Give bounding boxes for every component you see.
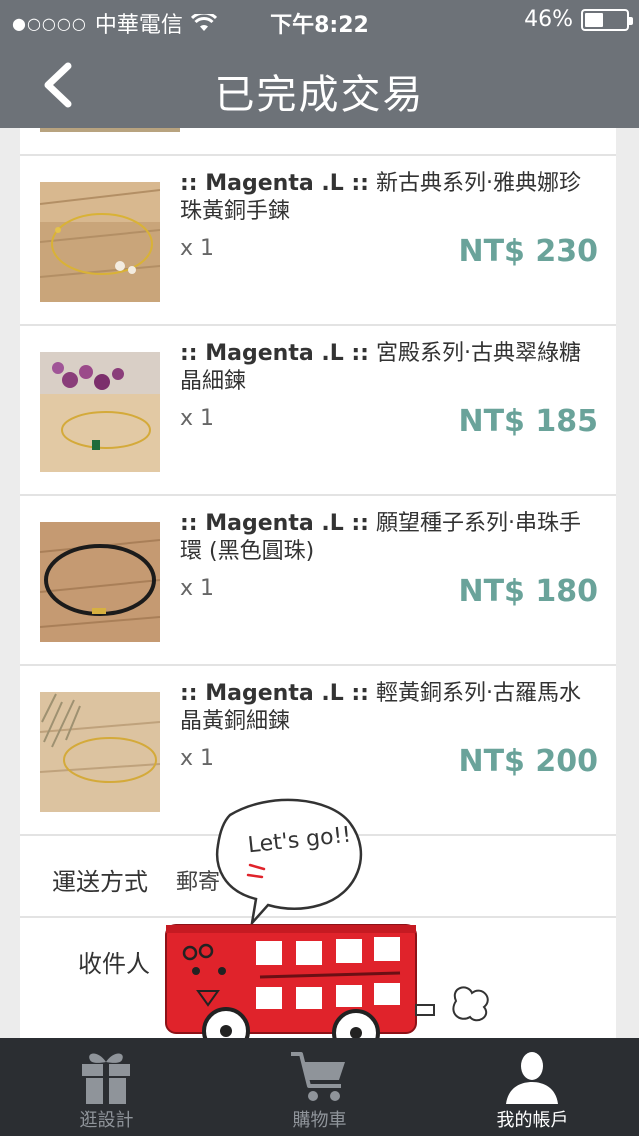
tab-bar: 逛設計 購物車 我的帳戶	[0, 1038, 639, 1136]
recipient-label: 收件人	[78, 950, 150, 978]
quantity: x 1	[180, 236, 215, 261]
brand-name: :: Magenta .L ::	[180, 171, 369, 196]
status-bar: ●○○○○ 中華電信 下午8:22 46%	[0, 0, 639, 40]
tab-label: 逛設計	[79, 1110, 134, 1131]
tab-label: 購物車	[292, 1110, 347, 1131]
brand-name: :: Magenta .L ::	[180, 511, 369, 536]
product-image	[40, 182, 160, 302]
product-name: :: Magenta .L :: 輕黃銅系列‧古羅馬水晶黃銅細鍊	[180, 680, 600, 736]
cart-icon	[291, 1052, 345, 1101]
quantity: x 1	[180, 406, 215, 431]
product-image	[40, 352, 160, 472]
quantity: x 1	[180, 576, 215, 601]
product-name: :: Magenta .L :: 宮殿系列‧古典翠綠糖晶細鍊	[180, 340, 600, 396]
tab-label: 我的帳戶	[496, 1110, 569, 1131]
tab-browse-designs[interactable]: 逛設計	[0, 1038, 213, 1136]
product-name: :: Magenta .L :: 新古典系列‧雅典娜珍珠黃銅手鍊	[180, 170, 600, 226]
battery-percentage: 46%	[524, 7, 573, 32]
brand-name: :: Magenta .L ::	[180, 681, 369, 706]
previous-item-thumbnail-edge	[40, 128, 180, 132]
battery-level	[585, 12, 603, 27]
price: NT$ 185	[458, 404, 598, 439]
order-item[interactable]: :: Magenta .L :: 宮殿系列‧古典翠綠糖晶細鍊 x 1 NT$ 1…	[20, 324, 616, 494]
tab-cart[interactable]: 購物車	[213, 1038, 426, 1136]
battery-icon	[581, 8, 633, 31]
quantity: x 1	[180, 746, 215, 771]
price: NT$ 230	[458, 234, 598, 269]
product-name: :: Magenta .L :: 願望種子系列‧串珠手環 (黑色圓珠)	[180, 510, 600, 566]
product-image	[40, 692, 160, 812]
gift-icon	[82, 1053, 130, 1104]
price: NT$ 200	[458, 744, 598, 779]
shipping-label: 運送方式	[52, 868, 148, 896]
page-title: 已完成交易	[214, 72, 425, 118]
order-item[interactable]: :: Magenta .L :: 新古典系列‧雅典娜珍珠黃銅手鍊 x 1 NT$…	[20, 154, 616, 324]
header: ●○○○○ 中華電信 下午8:22 46% 已完成交易	[0, 0, 639, 128]
order-item[interactable]: :: Magenta .L :: 願望種子系列‧串珠手環 (黑色圓珠) x 1 …	[20, 494, 616, 664]
tab-my-account[interactable]: 我的帳戶	[426, 1038, 639, 1136]
price: NT$ 180	[458, 574, 598, 609]
brand-name: :: Magenta .L ::	[180, 341, 369, 366]
user-icon	[506, 1052, 558, 1104]
lets-go-bus-sticker: Let's go!!	[160, 795, 500, 1070]
product-image	[40, 522, 160, 642]
